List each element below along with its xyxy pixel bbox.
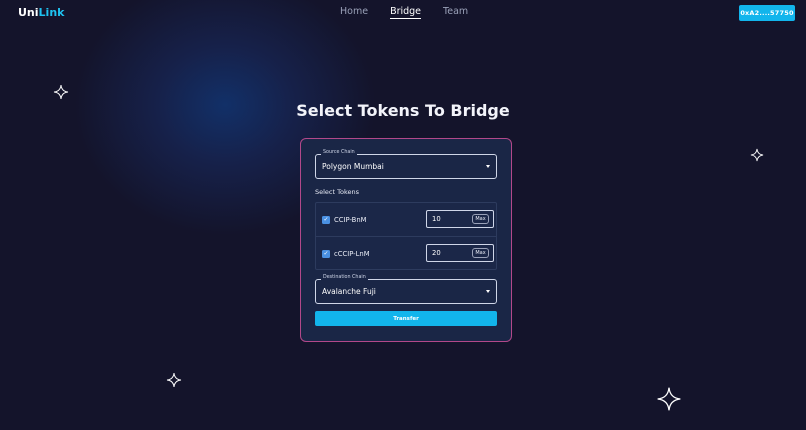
token-amount-value: 20: [432, 249, 441, 257]
chevron-down-icon: [486, 165, 490, 168]
sparkle-icon: [657, 387, 681, 411]
sparkle-icon: [166, 372, 182, 388]
token-amount-input[interactable]: 20 Max: [426, 244, 494, 262]
token-name: cCCIP-LnM: [334, 250, 370, 258]
token-list: ✓ CCIP-BnM 10 Max ✓ cCCIP-LnM 20 Max: [315, 202, 497, 270]
token-checkbox[interactable]: ✓: [322, 216, 330, 224]
token-row: ✓ cCCIP-LnM 20 Max: [316, 236, 496, 269]
token-name: CCIP-BnM: [334, 216, 367, 224]
nav-item-bridge[interactable]: Bridge: [390, 6, 422, 19]
select-tokens-label: Select Tokens: [315, 188, 359, 196]
source-chain-value: Polygon Mumbai: [322, 162, 384, 171]
nav-item-home[interactable]: Home: [340, 6, 368, 19]
sparkle-icon: [750, 148, 764, 162]
source-chain-legend: Source Chain: [321, 150, 357, 155]
bridge-form-card: Source Chain Polygon Mumbai Select Token…: [300, 138, 512, 342]
transfer-button[interactable]: Transfer: [315, 311, 497, 326]
app-logo[interactable]: UniLink: [18, 6, 64, 19]
destination-chain-select[interactable]: Destination Chain Avalanche Fuji: [315, 275, 497, 304]
wallet-address-button[interactable]: 0xA2....57750: [739, 5, 795, 21]
main-nav: Home Bridge Team: [340, 6, 468, 19]
nav-item-team[interactable]: Team: [443, 6, 468, 19]
source-chain-select[interactable]: Source Chain Polygon Mumbai: [315, 150, 497, 179]
destination-chain-legend: Destination Chain: [321, 275, 368, 280]
max-button[interactable]: Max: [472, 248, 489, 258]
destination-chain-value: Avalanche Fuji: [322, 287, 376, 296]
token-amount-value: 10: [432, 215, 441, 223]
token-amount-input[interactable]: 10 Max: [426, 210, 494, 228]
chevron-down-icon: [486, 290, 490, 293]
token-checkbox[interactable]: ✓: [322, 250, 330, 258]
logo-text-main: Uni: [18, 6, 39, 19]
logo-text-accent: Link: [38, 6, 65, 19]
max-button[interactable]: Max: [472, 214, 489, 224]
token-row: ✓ CCIP-BnM 10 Max: [316, 203, 496, 236]
page-title: Select Tokens To Bridge: [296, 101, 510, 120]
sparkle-icon: [53, 84, 69, 100]
